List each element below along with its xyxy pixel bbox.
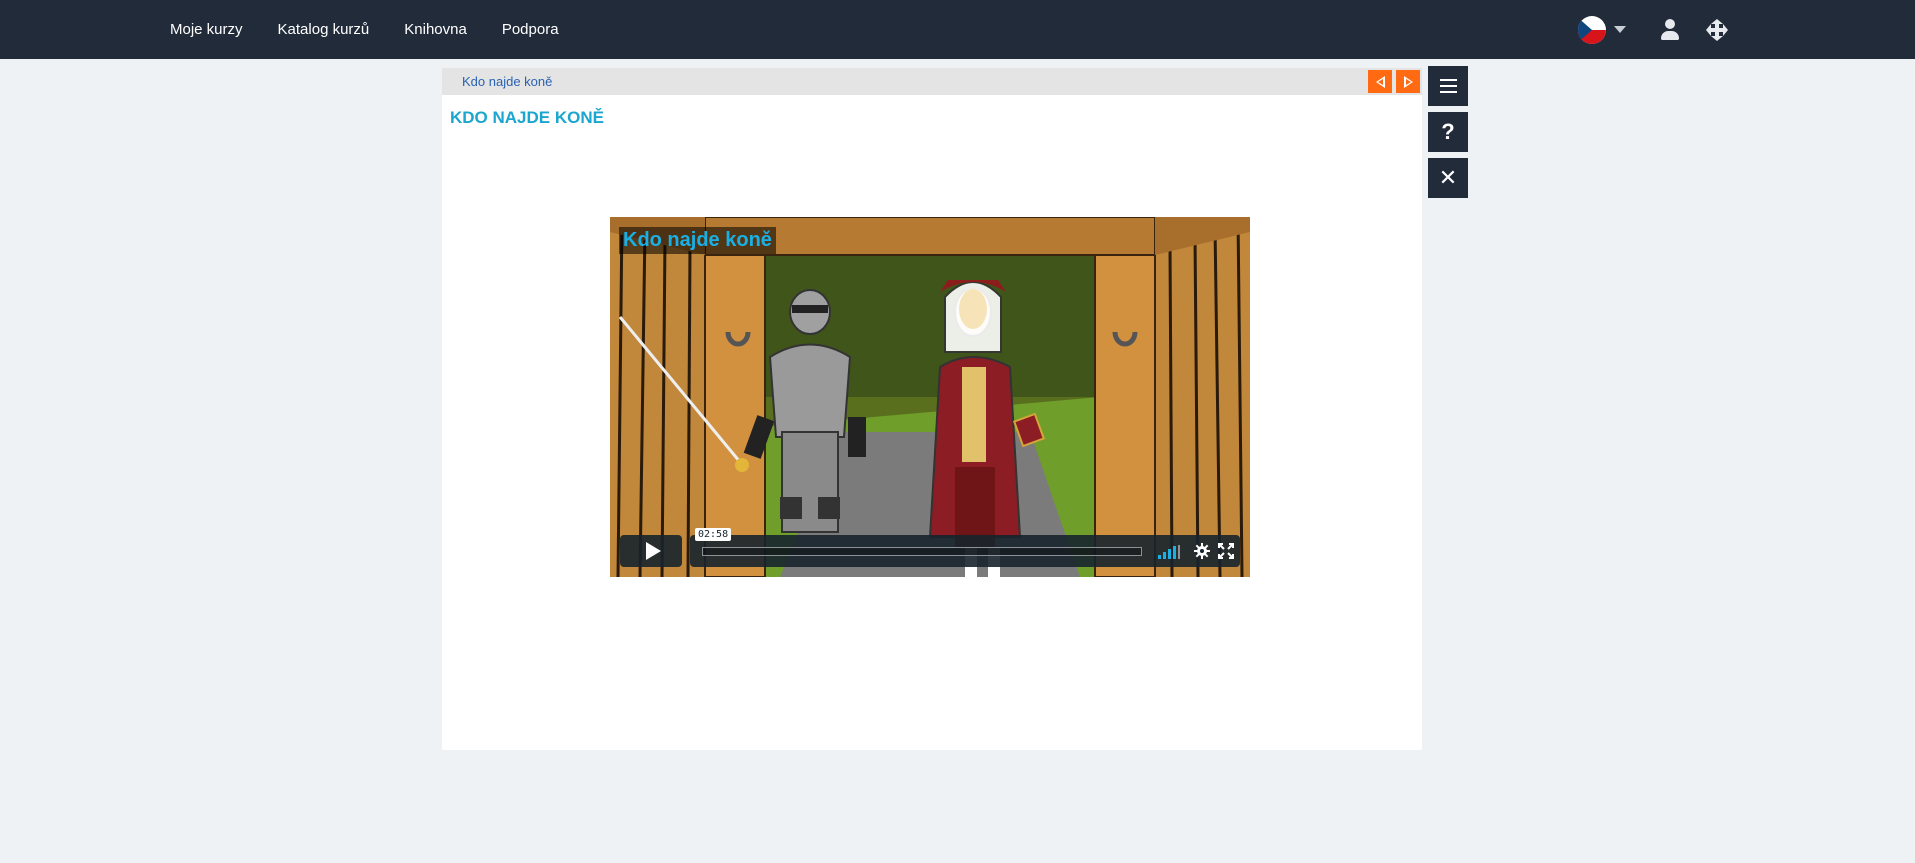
- help-icon: ?: [1441, 119, 1455, 144]
- triangle-right-icon: [1403, 75, 1413, 88]
- czech-flag-icon[interactable]: [1578, 15, 1606, 44]
- top-navigation-bar: Moje kurzy Katalog kurzů Knihovna Podpor…: [0, 0, 1915, 59]
- triangle-left-icon: [1375, 75, 1385, 88]
- play-icon: [645, 542, 661, 560]
- page-title: KDO NAJDE KONĚ: [450, 108, 604, 127]
- close-button[interactable]: ✕: [1428, 158, 1468, 198]
- nav-right-tools: [1578, 0, 1728, 59]
- nav-item-course-catalog[interactable]: Katalog kurzů: [278, 21, 370, 38]
- next-page-button[interactable]: [1396, 70, 1420, 93]
- play-button[interactable]: [620, 535, 682, 567]
- nav-item-library[interactable]: Knihovna: [404, 21, 467, 38]
- breadcrumb-link[interactable]: Kdo najde koně: [462, 74, 552, 89]
- video-controls: 02:58: [620, 528, 1240, 567]
- main-nav: Moje kurzy Katalog kurzů Knihovna Podpor…: [170, 0, 559, 59]
- move-arrows-icon[interactable]: [1706, 18, 1728, 41]
- video-title-overlay: Kdo najde koně: [619, 227, 776, 254]
- video-player[interactable]: Kdo najde koně 02:58: [610, 217, 1250, 577]
- lesson-panel: Kdo najde koně KDO NAJDE KONĚ Kdo najde …: [442, 68, 1422, 750]
- nav-item-my-courses[interactable]: Moje kurzy: [170, 21, 243, 38]
- video-time-tooltip: 02:58: [695, 528, 732, 541]
- nav-item-support[interactable]: Podpora: [502, 21, 559, 38]
- hamburger-menu-icon: [1439, 79, 1457, 93]
- close-icon: ✕: [1438, 165, 1458, 190]
- breadcrumb-bar: Kdo najde koně: [442, 68, 1422, 95]
- help-button[interactable]: ?: [1428, 112, 1468, 152]
- video-frame-illustration: [610, 217, 1250, 577]
- previous-page-button[interactable]: [1368, 70, 1392, 93]
- fullscreen-icon[interactable]: [1218, 543, 1234, 559]
- video-control-bar: 02:58: [690, 528, 1240, 567]
- volume-icon[interactable]: [1158, 545, 1182, 559]
- settings-gear-icon[interactable]: [1194, 543, 1210, 559]
- user-icon[interactable]: [1660, 18, 1680, 41]
- video-progress-bar[interactable]: 02:58: [695, 528, 1142, 556]
- menu-button[interactable]: [1428, 66, 1468, 106]
- language-dropdown-caret-icon[interactable]: [1614, 26, 1626, 33]
